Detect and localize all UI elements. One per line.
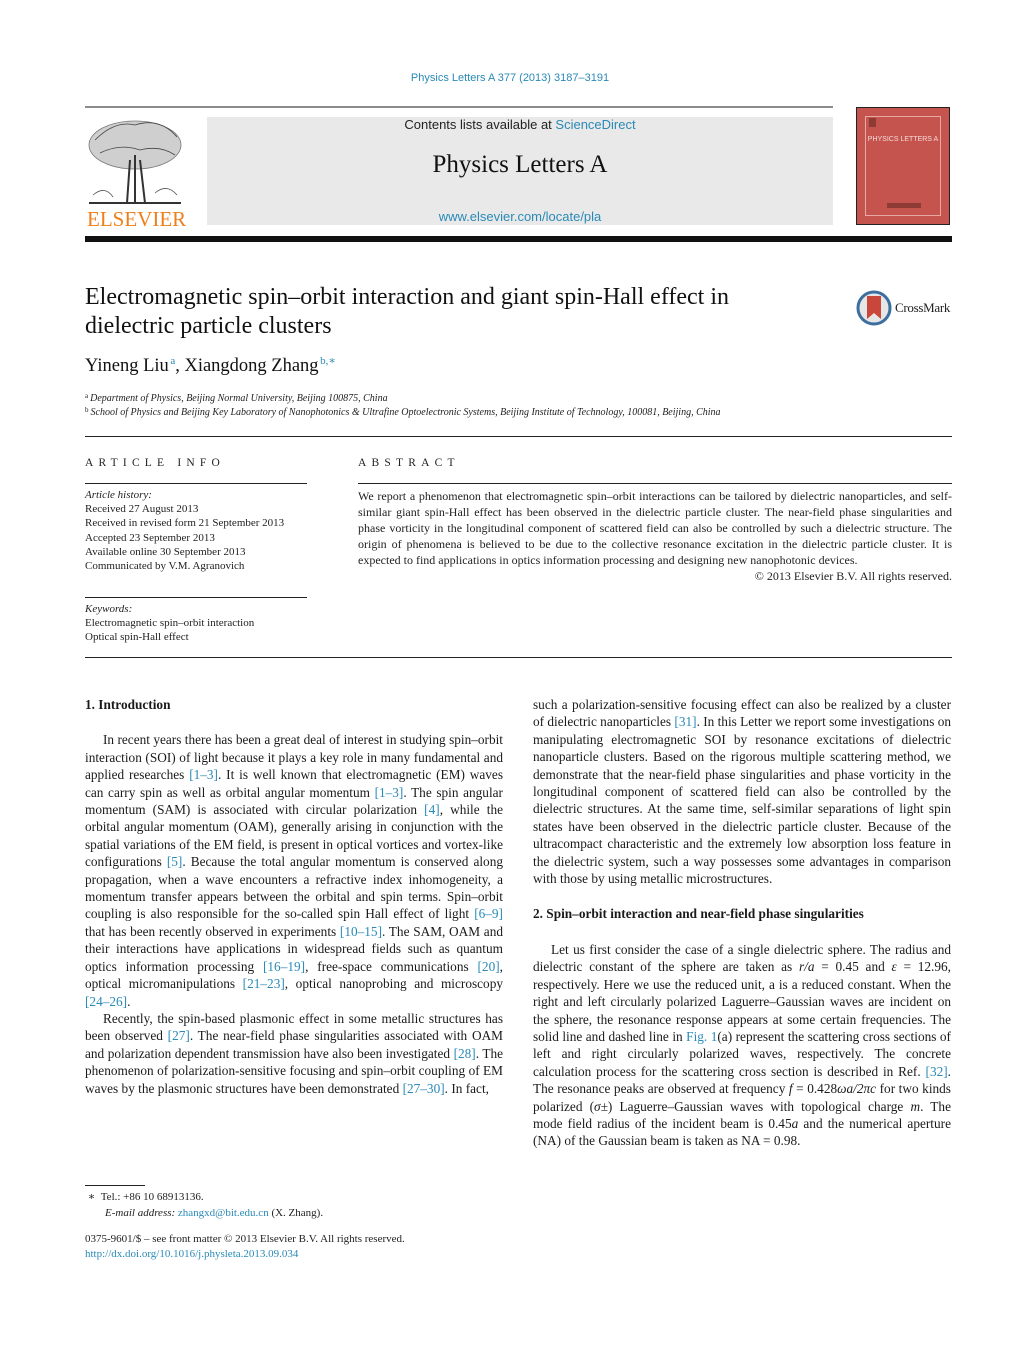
journal-banner: Contents lists available at ScienceDirec… bbox=[207, 117, 833, 225]
divider bbox=[85, 657, 952, 658]
author-name[interactable]: Yineng Liu bbox=[85, 356, 169, 376]
footnotes: ∗ Tel.: +86 10 68913136. E-mail address:… bbox=[85, 1189, 323, 1221]
crossmark-icon bbox=[856, 290, 892, 326]
affiliation-mark: b bbox=[85, 406, 89, 414]
keywords-label: Keywords: bbox=[85, 603, 133, 615]
paragraph: such a polarization-sensitive focusing e… bbox=[533, 696, 951, 887]
footnote-rule bbox=[85, 1185, 145, 1186]
author-list: Yineng Liu a, Xiangdong Zhang b,∗ bbox=[85, 354, 336, 377]
history-item: Communicated by V.M. Agranovich bbox=[85, 560, 245, 573]
affiliation-item: b School of Physics and Beijing Key Labor… bbox=[85, 406, 721, 418]
citation-link[interactable]: [28] bbox=[454, 1046, 476, 1061]
citation-link[interactable]: [27] bbox=[168, 1028, 190, 1043]
divider bbox=[85, 483, 307, 484]
footnote-tel: ∗ Tel.: +86 10 68913136. bbox=[85, 1189, 323, 1205]
citation-link[interactable]: [16–19] bbox=[263, 959, 305, 974]
divider bbox=[358, 483, 952, 484]
issn-line: 0375-9601/$ – see front matter © 2013 El… bbox=[85, 1233, 405, 1245]
journal-title: Physics Letters A bbox=[432, 151, 608, 178]
abstract-copyright: © 2013 Elsevier B.V. All rights reserved… bbox=[754, 569, 952, 583]
citation-link[interactable]: [27–30] bbox=[403, 1081, 445, 1096]
math-expression: m bbox=[910, 1098, 921, 1114]
text-run: that has been recently observed in exper… bbox=[85, 923, 340, 939]
contents-line: Contents lists available at ScienceDirec… bbox=[207, 117, 833, 132]
journal-url-link[interactable]: www.elsevier.com/locate/pla bbox=[207, 209, 833, 224]
email-label: E-mail address: bbox=[105, 1207, 178, 1219]
citation-link[interactable]: [5] bbox=[167, 854, 183, 869]
abstract-text: We report a phenomenon that electromagne… bbox=[358, 489, 952, 567]
paragraph: In recent years there has been a great d… bbox=[85, 731, 503, 1010]
article-info-heading: ARTICLE INFO bbox=[85, 457, 225, 469]
text-run: . In this Letter we report some investig… bbox=[533, 714, 951, 887]
header-rule bbox=[85, 106, 833, 108]
history-item: Available online 30 September 2013 bbox=[85, 545, 246, 558]
elsevier-wordmark: ELSEVIER bbox=[87, 207, 187, 231]
citation-link[interactable]: [31] bbox=[674, 714, 696, 729]
citation-link[interactable]: [1–3] bbox=[375, 785, 404, 800]
keyword-item: Electromagnetic spin–orbit interaction bbox=[85, 617, 255, 630]
figure-link[interactable]: Fig. 1 bbox=[686, 1029, 717, 1044]
affiliation-mark[interactable]: b,∗ bbox=[320, 355, 336, 367]
text-run: . In fact, bbox=[444, 1080, 489, 1096]
sciencedirect-link[interactable]: ScienceDirect bbox=[555, 117, 635, 132]
cover-footer-mark bbox=[887, 203, 921, 208]
text-run: , optical nanoprobing and microscopy bbox=[284, 976, 503, 992]
math-expression: r/a bbox=[798, 959, 815, 975]
crossmark-label: CrossMark bbox=[895, 300, 951, 315]
abstract-heading: ABSTRACT bbox=[358, 457, 460, 469]
affiliation-mark: a bbox=[85, 392, 89, 400]
crossmark-button[interactable]: CrossMark bbox=[856, 290, 950, 326]
front-matter: 0375-9601/$ – see front matter © 2013 El… bbox=[85, 1232, 405, 1262]
history-label: Article history: bbox=[85, 489, 152, 501]
text-run: , free-space communications bbox=[305, 958, 478, 974]
cover-frame bbox=[865, 116, 941, 216]
affiliation-text: School of Physics and Beijing Key Labora… bbox=[90, 407, 721, 418]
footnote-email: E-mail address: zhangxd@bit.edu.cn (X. Z… bbox=[85, 1205, 323, 1221]
left-column: 1. Introduction In recent years there ha… bbox=[85, 696, 503, 1097]
journal-reference-link[interactable]: Physics Letters A 377 (2013) 3187–3191 bbox=[0, 72, 1020, 84]
paragraph: Let us first consider the case of a sing… bbox=[533, 941, 951, 1150]
affiliation-text: Department of Physics, Beijing Normal Un… bbox=[90, 393, 388, 404]
right-column: such a polarization-sensitive focusing e… bbox=[533, 696, 951, 1150]
citation-link[interactable]: [4] bbox=[424, 802, 440, 817]
math-expression: σ± bbox=[594, 1098, 608, 1114]
citation-link[interactable]: [20] bbox=[478, 959, 500, 974]
email-link[interactable]: zhangxd@bit.edu.cn bbox=[178, 1207, 269, 1219]
text-run: = 0.428 bbox=[792, 1081, 838, 1097]
citation-link[interactable]: [10–15] bbox=[340, 924, 382, 939]
cover-logo-icon bbox=[869, 118, 876, 127]
divider bbox=[85, 597, 307, 598]
email-suffix: (X. Zhang). bbox=[268, 1207, 324, 1219]
history-item: Received in revised form 21 September 20… bbox=[85, 517, 285, 530]
divider bbox=[85, 436, 952, 437]
doi-link[interactable]: http://dx.doi.org/10.1016/j.physleta.201… bbox=[85, 1247, 405, 1262]
citation-link[interactable]: [1–3] bbox=[189, 767, 218, 782]
paragraph: Recently, the spin-based plasmonic effec… bbox=[85, 1010, 503, 1097]
text-run: = 0.45 and bbox=[814, 959, 892, 975]
math-expression: ωa/2πc bbox=[837, 1081, 877, 1097]
text-run: ) Laguerre–Gaussian waves with topologic… bbox=[607, 1098, 911, 1114]
citation-link[interactable]: [24–26] bbox=[85, 994, 127, 1009]
cover-title: PHYSICS LETTERS A bbox=[867, 136, 939, 143]
paper-title: Electromagnetic spin–orbit interaction a… bbox=[85, 284, 730, 339]
keyword-item: Optical spin-Hall effect bbox=[85, 631, 189, 644]
history-item: Accepted 23 September 2013 bbox=[85, 531, 215, 544]
section-heading: 2. Spin–orbit interaction and near-field… bbox=[533, 906, 864, 922]
header-thick-rule bbox=[85, 236, 952, 242]
keywords: Keywords: Electromagnetic spin–orbit int… bbox=[85, 602, 307, 645]
journal-cover-image[interactable]: PHYSICS LETTERS A bbox=[856, 107, 950, 225]
telephone: Tel.: +86 10 68913136. bbox=[100, 1191, 204, 1203]
text-run: . bbox=[127, 993, 131, 1009]
abstract-block: We report a phenomenon that electromagne… bbox=[358, 488, 952, 584]
contents-prefix: Contents lists available at bbox=[404, 117, 556, 132]
article-history: Article history: Received 27 August 2013… bbox=[85, 488, 307, 573]
section-heading: 1. Introduction bbox=[85, 697, 171, 712]
citation-link[interactable]: [21–23] bbox=[243, 976, 285, 991]
citation-link[interactable]: [32] bbox=[926, 1064, 948, 1079]
footnote-mark: ∗ bbox=[87, 1191, 96, 1203]
author-name[interactable]: Xiangdong Zhang bbox=[184, 356, 318, 376]
affiliation-item: a Department of Physics, Beijing Normal U… bbox=[85, 392, 388, 404]
history-item: Received 27 August 2013 bbox=[85, 503, 199, 516]
citation-link[interactable]: [6–9] bbox=[474, 906, 503, 921]
